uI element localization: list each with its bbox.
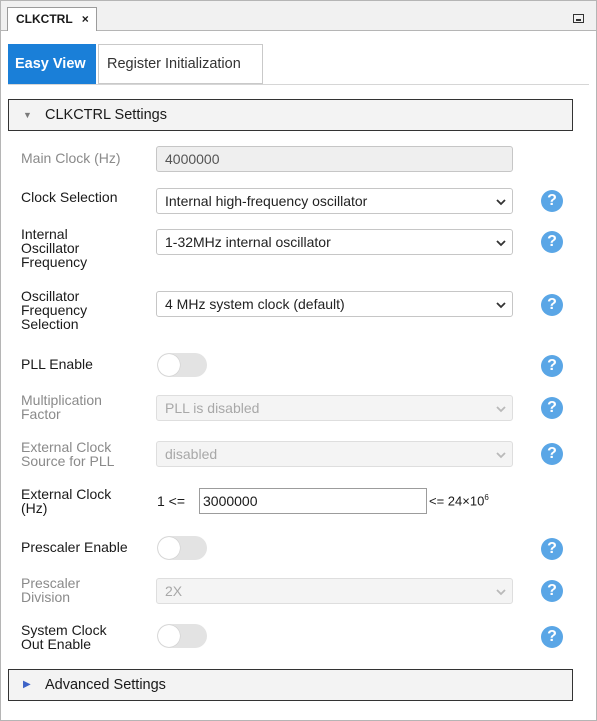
section-clkctrl-settings[interactable]: ▼ CLKCTRL Settings [8,99,573,131]
internal-osc-freq-help-icon[interactable]: ? [541,231,563,253]
multiplication-factor-label: Multiplication Factor [21,392,102,422]
section-title: CLKCTRL Settings [45,107,167,123]
prescaler-enable-toggle[interactable] [157,536,207,560]
tab-divider [8,84,589,85]
pll-enable-toggle[interactable] [157,353,207,377]
external-clock-label: External Clock (Hz) [21,486,112,516]
ext-clock-source-pll-help-icon[interactable]: ? [541,443,563,465]
system-clock-out-label: System Clock Out Enable [21,622,107,652]
prescaler-enable-help-icon[interactable]: ? [541,538,563,560]
clock-selection-label: Clock Selection [21,189,118,205]
clkctrl-tab[interactable]: CLKCTRL × [7,7,97,31]
section-advanced-settings[interactable]: ▶ Advanced Settings [8,669,573,701]
pll-enable-label: PLL Enable [21,356,93,372]
system-clock-out-help-icon[interactable]: ? [541,626,563,648]
chevron-down-icon [496,589,506,596]
main-clock-label: Main Clock (Hz) [21,150,121,166]
osc-freq-selection-label: Oscillator Frequency Selection [21,288,88,332]
clock-selection-select[interactable]: Internal high-frequency oscillator [156,188,513,214]
ext-clock-source-pll-value: disabled [165,446,218,462]
chevron-down-icon [496,452,506,459]
multiplication-factor-select: PLL is disabled [156,395,513,421]
main-clock-field: 4000000 [156,146,513,172]
osc-freq-selection-help-icon[interactable]: ? [541,294,563,316]
prescaler-division-help-icon[interactable]: ? [541,580,563,602]
chevron-down-icon [496,240,506,247]
internal-osc-freq-select[interactable]: 1-32MHz internal oscillator [156,229,513,255]
clock-selection-help-icon[interactable]: ? [541,190,563,212]
chevron-down-icon [496,199,506,206]
multiplication-factor-value: PLL is disabled [165,400,260,416]
external-clock-input[interactable]: 3000000 [199,488,427,514]
toggle-knob [158,625,180,647]
system-clock-out-toggle[interactable] [157,624,207,648]
ext-clock-source-pll-label: External Clock Source for PLL [21,439,115,469]
clock-selection-value: Internal high-frequency oscillator [165,193,368,209]
external-clock-max: <= 24×106 [429,493,489,509]
minimize-icon[interactable] [573,14,584,23]
external-clock-value: 3000000 [203,493,258,509]
external-clock-min: 1 <= [157,493,186,509]
main-clock-value: 4000000 [165,151,220,167]
prescaler-division-label: Prescaler Division [21,575,81,605]
clkctrl-panel: CLKCTRL × Easy View Register Initializat… [0,0,597,721]
chevron-down-icon [496,406,506,413]
section-title: Advanced Settings [45,677,166,693]
close-icon[interactable]: × [82,12,89,26]
internal-osc-freq-label: Internal Oscillator Frequency [21,226,88,270]
multiplication-factor-help-icon[interactable]: ? [541,397,563,419]
pll-enable-help-icon[interactable]: ? [541,355,563,377]
caret-down-icon: ▼ [23,110,32,120]
prescaler-division-select: 2X [156,578,513,604]
osc-freq-selection-select[interactable]: 4 MHz system clock (default) [156,291,513,317]
caret-right-icon: ▶ [23,679,31,690]
document-tab-strip: CLKCTRL × [1,1,596,31]
chevron-down-icon [496,302,506,309]
tab-title: CLKCTRL [16,12,73,26]
tab-register-initialization[interactable]: Register Initialization [98,44,263,84]
tab-easy-view[interactable]: Easy View [8,44,96,84]
ext-clock-source-pll-select: disabled [156,441,513,467]
prescaler-division-value: 2X [165,583,183,599]
osc-freq-selection-value: 4 MHz system clock (default) [165,296,345,312]
prescaler-enable-label: Prescaler Enable [21,539,128,555]
internal-osc-freq-value: 1-32MHz internal oscillator [165,234,331,250]
toggle-knob [158,537,180,559]
toggle-knob [158,354,180,376]
